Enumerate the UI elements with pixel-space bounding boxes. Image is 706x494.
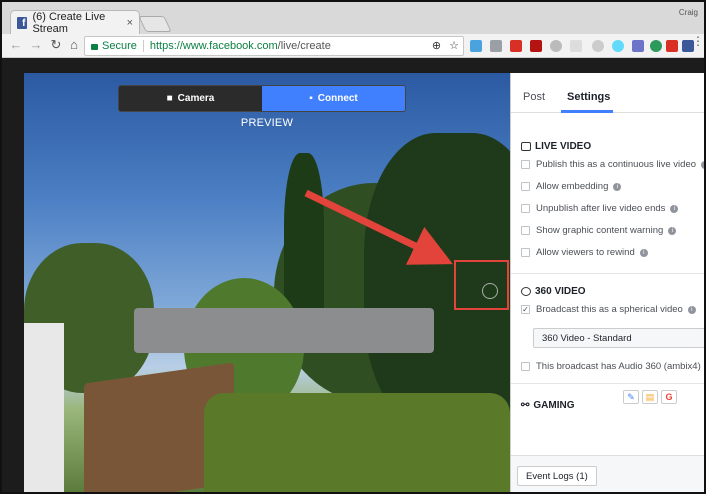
secure-label: Secure <box>102 40 137 52</box>
info-icon[interactable]: i <box>613 182 622 191</box>
360-video-title: 360 VIDEO <box>535 286 586 297</box>
checkbox[interactable] <box>521 182 530 191</box>
gaming-link-icon: ⚯ <box>521 400 530 411</box>
section-divider <box>511 383 704 384</box>
event-log-bar: Event Logs (1) <box>511 455 704 492</box>
live-video-icon <box>521 142 531 151</box>
new-tab-button[interactable] <box>138 16 172 32</box>
checkbox[interactable] <box>521 204 530 213</box>
option-allow-embedding[interactable]: Allow embedding i <box>521 181 704 192</box>
extension-icon[interactable] <box>550 40 562 52</box>
option-label: Publish this as a continuous live video <box>536 159 697 170</box>
tab-settings[interactable]: Settings <box>567 91 610 103</box>
option-allow-rewind[interactable]: Allow viewers to rewind i <box>521 247 704 258</box>
omnibox-actions: ⊕ ☆ <box>432 39 459 52</box>
option-label: Show graphic content warning <box>536 225 664 236</box>
page-content: ■Camera ▪Connect PREVIEW Post Settings <box>2 58 704 492</box>
address-bar[interactable]: Secure https://www.facebook.com/live/cre… <box>84 36 464 56</box>
profile-name[interactable]: Craig <box>679 8 698 17</box>
extension-icon[interactable] <box>470 40 482 52</box>
back-icon[interactable]: ← <box>8 37 24 52</box>
info-icon[interactable]: i <box>670 204 679 213</box>
live-video-title: LIVE VIDEO <box>535 141 592 152</box>
extension-icon[interactable] <box>632 40 644 52</box>
google-icon[interactable]: G <box>661 390 677 404</box>
live-preview: ■ Camera ▪ Connect PREVIEW <box>24 73 510 492</box>
extension-icon[interactable] <box>570 40 582 52</box>
browser-toolbar: ← → ↻ ⌂ Secure https://www.facebook.com/… <box>2 34 704 58</box>
option-label: Allow embedding <box>536 181 609 192</box>
info-icon[interactable]: i <box>687 305 696 314</box>
tab-title: (6) Create Live Stream <box>32 10 106 35</box>
tab-strip: f (6) Create Live Stream × Craig <box>2 2 704 35</box>
address-separator <box>142 40 144 52</box>
gaming-title: GAMING <box>533 400 575 411</box>
browser-window: f (6) Create Live Stream × Craig ← → ↻ ⌂… <box>0 0 706 494</box>
zoom-icon[interactable]: ⊕ <box>432 39 441 52</box>
checkbox[interactable] <box>521 226 530 235</box>
lock-icon <box>91 44 98 50</box>
info-icon[interactable]: i <box>701 160 704 169</box>
select-value: 360 Video - Standard <box>542 332 632 344</box>
extension-icon[interactable] <box>490 40 502 52</box>
checkbox[interactable] <box>521 160 530 169</box>
extension-icon[interactable] <box>530 40 542 52</box>
browser-tab[interactable]: f (6) Create Live Stream × <box>10 10 140 35</box>
option-spherical[interactable]: ✓ Broadcast this as a spherical video i <box>521 304 704 315</box>
extension-icon[interactable] <box>592 40 604 52</box>
facebook-favicon-icon: f <box>17 16 28 29</box>
option-label: This broadcast has Audio 360 (ambix4) <box>536 361 701 372</box>
option-audio-360[interactable]: This broadcast has Audio 360 (ambix4) <box>521 361 704 372</box>
info-icon[interactable]: i <box>639 248 648 257</box>
active-tab-indicator <box>561 110 613 113</box>
tab-close-icon[interactable]: × <box>127 17 133 29</box>
checkbox[interactable] <box>521 248 530 257</box>
option-continuous-live[interactable]: Publish this as a continuous live video i <box>521 159 704 170</box>
pencil-icon[interactable]: ✎ <box>623 390 639 404</box>
live-video-section-title: LIVE VIDEO <box>521 141 591 152</box>
forward-icon[interactable]: → <box>28 37 44 52</box>
option-unpublish-after[interactable]: Unpublish after live video ends i <box>521 203 704 214</box>
settings-panel: Post Settings LIVE VIDEO Publish this as… <box>510 73 704 492</box>
url-path: /live/create <box>277 40 331 52</box>
info-icon[interactable]: i <box>668 226 677 235</box>
option-label: Unpublish after live video ends <box>536 203 666 214</box>
browser-menu-icon[interactable]: ⋮ <box>692 35 704 47</box>
comment-icon[interactable]: ▤ <box>642 390 658 404</box>
checkbox-checked[interactable]: ✓ <box>521 305 530 314</box>
extension-icon[interactable] <box>650 40 662 52</box>
gaming-overlay-icons: ✎ ▤ G <box>623 390 677 404</box>
option-graphic-warning[interactable]: Show graphic content warning i <box>521 225 704 236</box>
360-video-icon <box>521 287 531 296</box>
home-icon[interactable]: ⌂ <box>66 37 82 52</box>
url-text: https://www.facebook.com/live/create <box>150 40 331 52</box>
event-logs-button[interactable]: Event Logs (1) <box>517 466 597 486</box>
url-host: https://www.facebook.com <box>149 40 278 52</box>
section-divider <box>511 273 704 274</box>
annotation-arrow <box>304 189 453 265</box>
bookmark-star-icon[interactable]: ☆ <box>449 39 459 52</box>
gaming-section-title: ⚯ GAMING <box>521 400 575 411</box>
panel-tabs: Post Settings <box>511 73 704 113</box>
option-label: Allow viewers to rewind <box>536 247 635 258</box>
react-devtools-icon[interactable] <box>612 40 624 52</box>
360-viewer-compass-icon[interactable] <box>482 283 498 299</box>
360-video-section-title: 360 VIDEO <box>521 286 586 297</box>
reload-icon[interactable]: ↻ <box>48 37 64 53</box>
annotation-highlight-box <box>454 260 509 310</box>
checkbox[interactable] <box>521 362 530 371</box>
360-type-select[interactable]: 360 Video - Standard <box>533 328 704 348</box>
tab-post[interactable]: Post <box>523 91 545 103</box>
extension-icon[interactable] <box>510 40 522 52</box>
option-label: Broadcast this as a spherical video <box>536 304 683 315</box>
adblock-icon[interactable] <box>666 40 678 52</box>
